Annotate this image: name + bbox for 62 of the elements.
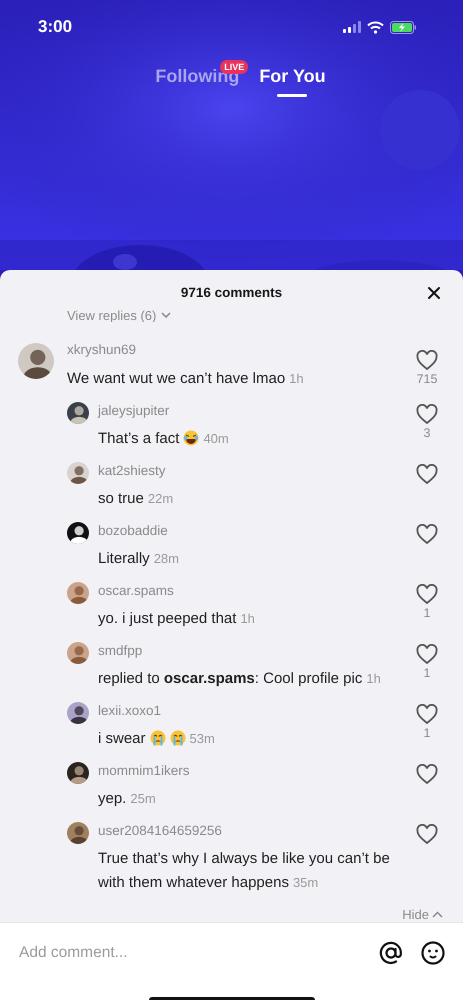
username[interactable]: kat2shiesty [98, 462, 166, 480]
like-button[interactable] [416, 524, 438, 544]
heart-icon [416, 524, 438, 544]
like-count: 3 [424, 426, 430, 440]
clock: 3:00 [38, 17, 72, 37]
live-badge: LIVE [220, 60, 248, 74]
heart-icon [416, 464, 438, 484]
chevron-down-icon [161, 312, 172, 318]
like-button[interactable] [416, 464, 438, 484]
battery-icon [390, 20, 417, 34]
close-button[interactable] [425, 284, 443, 302]
heart-icon [416, 704, 438, 724]
like-button[interactable] [416, 764, 438, 784]
like-button[interactable] [416, 644, 438, 664]
chevron-up-icon [432, 911, 443, 918]
comment-field[interactable]: Add comment... [19, 944, 361, 962]
like-button[interactable] [416, 584, 438, 604]
comment-text: so true 22m [98, 489, 174, 509]
comment-text: i swear 53m [98, 729, 215, 749]
username[interactable]: lexii.xoxo1 [98, 702, 162, 720]
like-count: 1 [424, 606, 430, 620]
like-button[interactable] [416, 704, 438, 724]
like-button[interactable] [416, 824, 438, 844]
smiley-icon [421, 941, 445, 965]
heart-icon [416, 824, 438, 844]
comment-text: Literally 28m [98, 549, 179, 569]
mention-button[interactable] [379, 941, 403, 965]
comment-text: That’s a fact 40m [98, 429, 229, 449]
feed-tab[interactable]: For You [259, 62, 326, 99]
hide-replies-button[interactable]: Hide [402, 907, 443, 922]
crying-face-icon [150, 730, 166, 746]
signal-icon [343, 21, 361, 33]
comment-text: yep. 25m [98, 789, 156, 809]
username[interactable]: jaleysjupiter [98, 402, 170, 420]
comment-text: yo. i just peeped that 1h [98, 609, 255, 629]
heart-icon [416, 644, 438, 664]
close-icon [427, 286, 441, 300]
heart-icon [416, 404, 438, 424]
username[interactable]: oscar.spams [98, 582, 174, 600]
comment-text: True that’s why I always be like you can’t be with them whatever happens 35m [98, 849, 391, 893]
username[interactable]: user2084164659256 [98, 822, 222, 840]
like-button[interactable] [416, 404, 438, 424]
heart-icon [416, 764, 438, 784]
crying-face-icon [170, 730, 186, 746]
username[interactable]: smdfpp [98, 642, 142, 660]
laughing-face-icon [183, 430, 200, 446]
username[interactable]: xkryshun69 [67, 340, 136, 360]
like-button[interactable] [416, 350, 438, 370]
username[interactable]: bozobaddie [98, 522, 168, 540]
heart-icon [416, 350, 438, 370]
view-replies-link[interactable]: View replies (6) [67, 308, 172, 322]
comment-text: We want wut we can’t have lmao 1h [67, 369, 304, 389]
like-count: 1 [424, 666, 430, 680]
at-sign-icon [379, 941, 403, 965]
heart-icon [416, 584, 438, 604]
like-count: 1 [424, 726, 430, 740]
emoji-button[interactable] [421, 941, 445, 965]
wifi-icon [367, 20, 384, 34]
username[interactable]: mommim1ikers [98, 762, 190, 780]
comment-text: replied to oscar.spams: Cool profile pic 1h [98, 669, 381, 689]
like-count: 715 [416, 372, 438, 386]
sheet-title: 9716 comments [180, 284, 282, 300]
